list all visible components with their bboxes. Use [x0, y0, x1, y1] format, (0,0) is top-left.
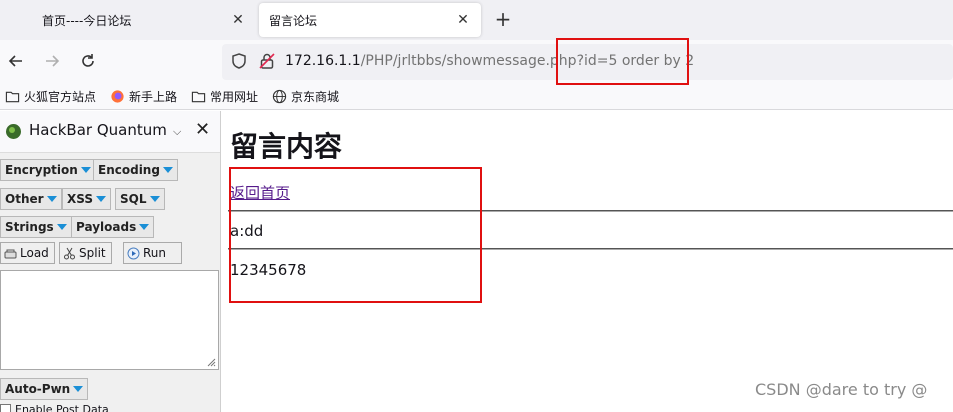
encryption-label: Encryption [5, 163, 78, 177]
hackbar-url-textarea[interactable] [0, 270, 219, 370]
bookmark-firefox-official[interactable]: 火狐官方站点 [5, 88, 96, 105]
dropdown-arrow-icon [46, 196, 57, 202]
watermark: CSDN @dare to try @ [755, 380, 928, 399]
dropdown-arrow-icon [139, 224, 150, 230]
tab-strip: 首页----今日论坛 ✕ 留言论坛 ✕ + [0, 0, 953, 40]
auto-pwn-label: Auto-Pwn [5, 382, 71, 396]
enable-post-data-checkbox[interactable] [0, 404, 11, 412]
load-label: Load [20, 246, 49, 260]
page-title: 留言内容 [230, 130, 343, 163]
shield-icon[interactable] [230, 52, 248, 70]
other-label: Other [5, 192, 44, 206]
new-tab-button[interactable]: + [492, 7, 514, 31]
hackbar-header: HackBar Quantum ⌵ ✕ [0, 111, 220, 153]
split-button[interactable]: Split [59, 242, 112, 264]
tab-home[interactable]: 首页----今日论坛 ✕ [0, 3, 256, 37]
hackbar-sidebar: HackBar Quantum ⌵ ✕ Encryption Encoding … [0, 111, 221, 412]
scissors-icon [64, 247, 75, 259]
dropdown-arrow-icon [80, 167, 91, 173]
navigation-bar: 172.16.1.1/PHP/jrltbbs/showmessage.php?i… [0, 40, 953, 84]
payloads-menu-button[interactable]: Payloads [71, 216, 155, 238]
resize-grip-icon[interactable] [206, 357, 216, 367]
auto-pwn-menu-button[interactable]: Auto-Pwn [0, 378, 89, 400]
reload-button[interactable] [77, 50, 99, 72]
strings-label: Strings [5, 220, 54, 234]
bookmark-getting-started[interactable]: 新手上路 [110, 88, 177, 105]
bookmark-label: 火狐官方站点 [24, 90, 97, 104]
payloads-label: Payloads [76, 220, 137, 234]
firefox-icon [111, 90, 124, 103]
load-button[interactable]: Load [0, 242, 55, 264]
load-icon [4, 249, 17, 258]
xss-label: XSS [67, 192, 93, 206]
bookmark-label: 京东商城 [291, 90, 340, 104]
folder-icon [191, 91, 206, 103]
bookmark-label: 新手上路 [129, 90, 178, 104]
sql-menu-button[interactable]: SQL [115, 188, 165, 210]
encoding-label: Encoding [98, 163, 160, 177]
close-icon[interactable]: ✕ [230, 12, 246, 28]
enable-post-data-label: Enable Post Data [15, 403, 109, 412]
close-icon[interactable]: ✕ [195, 119, 210, 140]
other-menu-button[interactable]: Other [0, 188, 62, 210]
hackbar-title: HackBar Quantum [29, 121, 167, 139]
hackbar-logo-icon [6, 124, 21, 139]
sql-label: SQL [120, 192, 147, 206]
bookmark-common-sites[interactable]: 常用网址 [191, 88, 258, 105]
dropdown-arrow-icon [96, 196, 106, 202]
url-query-highlight-box [556, 38, 689, 85]
dropdown-arrow-icon [162, 167, 173, 173]
arrow-right-icon [46, 55, 60, 67]
run-button[interactable]: Run [123, 242, 182, 264]
dropdown-arrow-icon [56, 224, 67, 230]
bookmark-label: 常用网址 [210, 90, 259, 104]
url-path: /PHP/jrltbbs/showmessage.php [360, 53, 577, 69]
xss-menu-button[interactable]: XSS [62, 188, 111, 210]
strings-menu-button[interactable]: Strings [0, 216, 72, 238]
split-label: Split [79, 246, 106, 260]
tab-home-label: 首页----今日论坛 [42, 13, 132, 28]
forward-button[interactable] [41, 50, 63, 72]
bookmarks-toolbar: 火狐官方站点 新手上路 常用网址 京东商城 [0, 84, 953, 110]
tab-message-forum-label: 留言论坛 [269, 13, 318, 28]
folder-icon [5, 91, 20, 103]
encoding-menu-button[interactable]: Encoding [93, 159, 178, 181]
reload-icon [82, 54, 94, 67]
close-icon[interactable]: ✕ [455, 12, 471, 28]
url-host: 172.16.1.1 [285, 53, 361, 69]
run-label: Run [143, 246, 167, 260]
chevron-down-icon[interactable]: ⌵ [173, 125, 181, 139]
encryption-menu-button[interactable]: Encryption [0, 159, 96, 181]
globe-icon [272, 89, 287, 104]
bookmark-jd-mall[interactable]: 京东商城 [272, 88, 339, 105]
enable-post-data-row[interactable]: Enable Post Data [0, 403, 109, 412]
dropdown-arrow-icon [73, 386, 84, 392]
insecure-lock-icon[interactable] [258, 52, 276, 70]
output-highlight-box [229, 167, 482, 303]
tab-message-forum[interactable]: 留言论坛 ✕ [259, 3, 481, 37]
back-button[interactable] [5, 50, 27, 72]
arrow-left-icon [8, 55, 22, 67]
play-icon [127, 247, 140, 259]
dropdown-arrow-icon [149, 196, 160, 202]
